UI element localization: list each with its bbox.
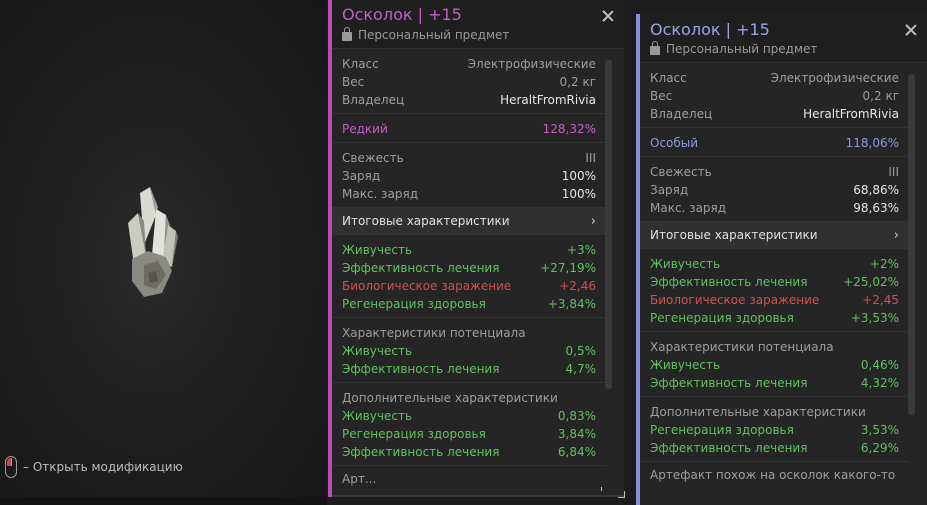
panel-corner-marker — [618, 491, 625, 498]
stat-row: Эффективность лечения +25,02% — [650, 275, 899, 289]
totals-toggle[interactable]: Итоговые характеристики › — [640, 222, 909, 249]
totals-section: Живучесть +2% Эффективность лечения +25,02… — [640, 249, 909, 332]
stat-row: Эффективность лечения 4,7% — [342, 362, 596, 376]
properties-section: Класс Электрофизические Вес 0,2 кг Владеле… — [332, 49, 606, 114]
crystal-shard-icon — [128, 187, 178, 297]
stat-row: Живучесть 0,83% — [342, 409, 596, 423]
item-tooltip-panel-2: Осколок | +15 Персональный предмет Класс… — [636, 14, 927, 505]
scrollbar[interactable] — [605, 60, 612, 389]
lock-icon — [342, 27, 352, 41]
property-row: Вес 0,2 кг — [342, 75, 596, 89]
extra-section: Дополнительные характеристики Регенераци… — [640, 397, 909, 462]
state-row: Заряд 100% — [342, 169, 596, 183]
item-title: Осколок | +15 — [342, 5, 462, 24]
extra-section: Дополнительные характеристики Живучесть 0… — [332, 383, 606, 466]
property-row: Вес 0,2 кг — [650, 89, 899, 103]
mouse-left-click-icon — [5, 456, 17, 478]
state-section: Свежесть III Заряд 100% Макс. заряд 100% — [332, 143, 606, 208]
stat-row: Живучесть 0,46% — [650, 358, 899, 372]
chevron-right-icon: › — [893, 227, 899, 243]
open-modification-hint: – Открыть модификацию — [5, 455, 183, 479]
rarity-row: Особый 118,06% — [650, 136, 899, 150]
panel-bottom-edge — [332, 495, 624, 497]
item-subtitle: Персональный предмет — [650, 41, 818, 56]
totals-toggle[interactable]: Итоговые характеристики › — [332, 208, 606, 235]
tooltip-body: Класс Электрофизические Вес 0,2 кг Владеле… — [640, 63, 909, 505]
tooltip-header: Осколок | +15 Персональный предмет — [332, 0, 624, 49]
stat-row: Живучесть +3% — [342, 243, 596, 257]
stat-row: Живучесть +2% — [650, 257, 899, 271]
stat-row: Живучесть 0,5% — [342, 344, 596, 358]
state-row: Заряд 68,86% — [650, 183, 899, 197]
stat-row: Эффективность лечения +27,19% — [342, 261, 596, 275]
rarity-section: Особый 118,06% — [640, 128, 909, 157]
property-row: Владелец HeraltFromRivia — [342, 93, 596, 107]
section-heading: Характеристики потенциала — [650, 340, 834, 354]
hint-text: – Открыть модификацию — [23, 460, 183, 474]
personal-item-label: Персональный предмет — [358, 28, 510, 42]
item-title: Осколок | +15 — [650, 20, 770, 39]
totals-label: Итоговые характеристики — [650, 228, 818, 242]
close-icon[interactable] — [905, 24, 917, 36]
item-subtitle: Персональный предмет — [342, 27, 510, 42]
tooltip-header: Осколок | +15 Персональный предмет — [640, 14, 927, 63]
stat-row: Регенерация здоровья 3,53% — [650, 423, 899, 437]
lock-icon — [650, 41, 660, 55]
close-icon[interactable] — [602, 10, 614, 22]
rarity-section: Редкий 128,32% — [332, 114, 606, 143]
stat-row: Регенерация здоровья +3,84% — [342, 297, 596, 311]
floor-strip — [0, 497, 327, 505]
section-heading: Дополнительные характеристики — [342, 391, 558, 405]
stat-row: Эффективность лечения 4,32% — [650, 376, 899, 390]
item-tooltip-panel-1: Осколок | +15 Персональный предмет Класс… — [328, 0, 624, 497]
section-heading: Характеристики потенциала — [342, 326, 526, 340]
stat-row: Биологическое заражение +2,46 — [342, 279, 596, 293]
property-row: Класс Электрофизические — [342, 57, 596, 71]
stat-row: Регенерация здоровья 3,84% — [342, 427, 596, 441]
stat-row: Регенерация здоровья +3,53% — [650, 311, 899, 325]
state-row: Свежесть III — [342, 151, 596, 165]
property-row: Владелец HeraltFromRivia — [650, 107, 899, 121]
potential-section: Характеристики потенциала Живучесть 0,5% … — [332, 318, 606, 383]
state-section: Свежесть III Заряд 68,86% Макс. заряд 98,63… — [640, 157, 909, 222]
scrollbar[interactable] — [908, 74, 915, 415]
chevron-right-icon: › — [590, 213, 596, 229]
tooltip-body: Класс Электрофизические Вес 0,2 кг Владеле… — [332, 49, 606, 497]
stat-row: Эффективность лечения 6,29% — [650, 441, 899, 455]
stat-row: Биологическое заражение +2,45 — [650, 293, 899, 307]
state-row: Макс. заряд 100% — [342, 187, 596, 201]
potential-section: Характеристики потенциала Живучесть 0,46%… — [640, 332, 909, 397]
totals-section: Живучесть +3% Эффективность лечения +27,19… — [332, 235, 606, 318]
state-row: Свежесть III — [650, 165, 899, 179]
rarity-row: Редкий 128,32% — [342, 122, 596, 136]
description-text: Арт... — [342, 472, 377, 486]
item-3d-viewer[interactable]: – Открыть модификацию — [0, 0, 327, 505]
section-heading: Дополнительные характеристики — [650, 405, 866, 419]
description-text: Артефакт похож на осколок какого-то — [650, 468, 896, 482]
stat-row: Эффективность лечения 6,84% — [342, 445, 596, 459]
state-row: Макс. заряд 98,63% — [650, 201, 899, 215]
panel-corner-marker — [601, 487, 602, 491]
totals-label: Итоговые характеристики — [342, 214, 510, 228]
property-row: Класс Электрофизические — [650, 71, 899, 85]
properties-section: Класс Электрофизические Вес 0,2 кг Владеле… — [640, 63, 909, 128]
personal-item-label: Персональный предмет — [666, 42, 818, 56]
